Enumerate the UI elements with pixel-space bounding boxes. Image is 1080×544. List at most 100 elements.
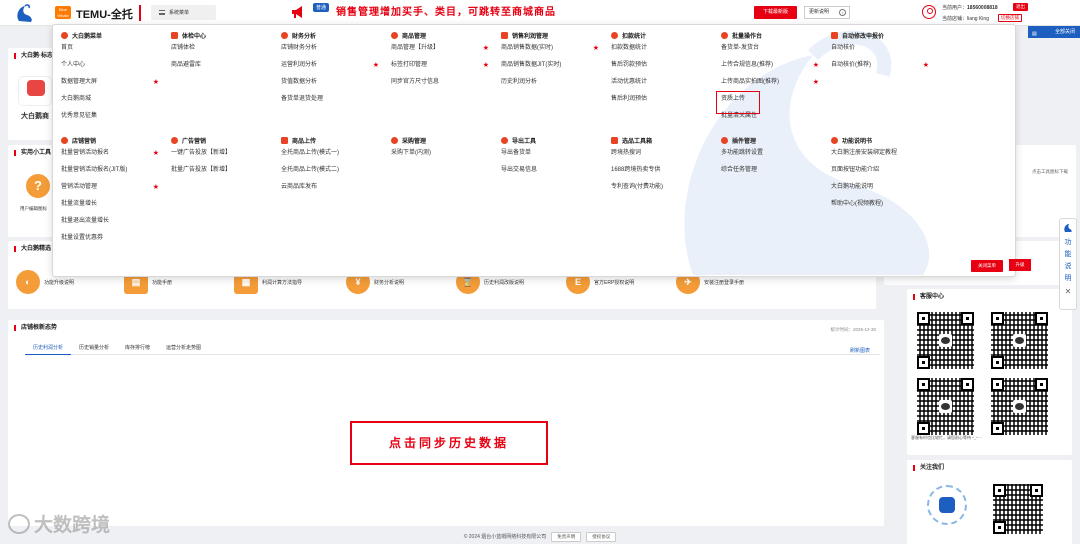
menu-item[interactable]: 大白鹅商城 bbox=[61, 91, 167, 108]
menu-item[interactable]: 店铺体检 bbox=[171, 40, 277, 57]
menu-item[interactable]: 店铺财务分析 bbox=[281, 40, 387, 57]
license-button[interactable]: 授权协议 bbox=[586, 531, 617, 542]
menu-item[interactable]: 采购下单(内测) bbox=[391, 145, 497, 162]
goose-mall-tile[interactable] bbox=[18, 76, 52, 106]
checkup-icon bbox=[171, 32, 178, 39]
menu-item[interactable]: 批量设置优惠券 bbox=[61, 230, 167, 247]
stat-time: 统计时间：2025-12-30 bbox=[830, 327, 876, 332]
menu-item[interactable]: 标签打印管理 ★ bbox=[391, 57, 497, 74]
menu-item[interactable]: 商品管理【升级】 ★ bbox=[391, 40, 497, 57]
megaphone-icon bbox=[292, 6, 302, 18]
menu-item[interactable]: 同步官方尺寸信息 bbox=[391, 74, 497, 91]
menu-item[interactable]: 备货单退货处理 bbox=[281, 91, 387, 108]
menu-item[interactable]: 数据管理大屏 ★ bbox=[61, 74, 167, 91]
menu-item[interactable]: 货值数据分析 bbox=[281, 74, 387, 91]
upgrade-button[interactable]: 升级 bbox=[1009, 259, 1031, 271]
menu-column-title: 插件管理 bbox=[732, 139, 757, 145]
menu-item-label: 自动核价 bbox=[831, 45, 856, 51]
menu-item[interactable]: 帮助中心(视频教程) bbox=[831, 196, 937, 213]
menu-item[interactable]: 批量广告投放【新增】 bbox=[171, 162, 277, 179]
menu-item[interactable]: 批量营销活动报名(JIT版) bbox=[61, 162, 167, 179]
menu-item[interactable]: 批量流量增长 bbox=[61, 196, 167, 213]
menu-item[interactable]: 历史利润分析 bbox=[501, 74, 607, 91]
menu-item[interactable]: 批量退出流量增长 bbox=[61, 213, 167, 230]
menu-item[interactable]: 运营利润分析 ★ bbox=[281, 57, 387, 74]
card-title: 大白鹅·标志 bbox=[14, 53, 53, 59]
menu-item[interactable]: 批量营销活动报名 ★ bbox=[61, 145, 167, 162]
menu-item[interactable]: 大白鹅注册安装绑定教程 bbox=[831, 145, 937, 162]
copyright-text: © 2024 烟台小蓝帽网络科技有限公司 bbox=[463, 534, 547, 540]
featured-tool-label: 安装注册登录手册 bbox=[704, 279, 745, 286]
close-all-tabs-button[interactable]: ▤ 全部关闭 bbox=[1028, 26, 1080, 38]
sync-history-data-button[interactable]: 点击同步历史数据 bbox=[350, 421, 548, 465]
goose-logo-icon bbox=[1064, 224, 1072, 232]
upgrade-icon: ◐ bbox=[16, 270, 40, 294]
menu-column-checkup: 体检中心 店铺体检 商品避雷库 bbox=[171, 31, 277, 74]
menu-item[interactable]: 活动优惠统计 bbox=[611, 74, 717, 91]
notice-text[interactable]: 销售管理增加买手、类目，可跳转至商城商品 bbox=[336, 3, 556, 18]
menu-item[interactable]: 1688跨境热卖专供 bbox=[611, 162, 717, 179]
watermark-text: 大数跨境 bbox=[34, 515, 111, 536]
refresh-chart-link[interactable]: 刷新图表 bbox=[850, 347, 870, 354]
menu-item[interactable]: 全托商品上传(模式二) bbox=[281, 162, 387, 179]
analysis-tabs: 历史利润分析 历史销量分析 库存排行榜 运营分析走势图 bbox=[25, 341, 880, 355]
menu-item[interactable]: 云商品库发布 bbox=[281, 179, 387, 196]
menu-column-title: 商品管理 bbox=[402, 34, 427, 40]
menu-item[interactable]: 上传商品实拍图(推荐) ★ bbox=[721, 74, 827, 91]
tab-operation-trend[interactable]: 运营分析走势图 bbox=[158, 341, 209, 355]
menu-column-title: 体检中心 bbox=[182, 34, 207, 40]
user-avatar-icon[interactable] bbox=[922, 5, 936, 19]
menu-column-header: 批量操作台 bbox=[721, 31, 827, 40]
switch-store-button[interactable]: 切换店铺 bbox=[998, 14, 1022, 22]
star-icon: ★ bbox=[482, 62, 489, 69]
question-icon[interactable]: ? bbox=[26, 174, 50, 198]
logout-button[interactable]: 退出 bbox=[1013, 3, 1028, 11]
tab-history-sales[interactable]: 历史销量分析 bbox=[71, 341, 117, 355]
menu-icon bbox=[159, 10, 165, 15]
menu-column-title: 商品上传 bbox=[292, 139, 317, 145]
menu-item[interactable]: 备货单-发货台 bbox=[721, 40, 827, 57]
analysis-title: 店铺根新态势 bbox=[14, 325, 57, 331]
menu-item[interactable]: 首页 bbox=[61, 40, 167, 57]
disclaimer-button[interactable]: 免责声明 bbox=[551, 531, 582, 542]
menu-item[interactable]: 导出备货单 bbox=[501, 145, 607, 162]
goose-logo-icon[interactable] bbox=[13, 3, 35, 23]
menu-item[interactable]: 扣款数据统计 bbox=[611, 40, 717, 57]
menu-item[interactable]: 全托商品上传(模式一) bbox=[281, 145, 387, 162]
tab-history-profit[interactable]: 历史利润分析 bbox=[25, 341, 72, 355]
menu-item[interactable]: 大白鹅功能说明 bbox=[831, 179, 937, 196]
menu-item[interactable]: 售后利润预估 bbox=[611, 91, 717, 108]
menu-item[interactable]: 导出交易信息 bbox=[501, 162, 607, 179]
menu-item[interactable]: 营销活动管理 ★ bbox=[61, 179, 167, 196]
menu-item[interactable]: 上传合规信息(推荐) ★ bbox=[721, 57, 827, 74]
menu-item[interactable]: 多功能跳转设置 bbox=[721, 145, 827, 162]
menu-item[interactable]: 自动核价 bbox=[831, 40, 937, 57]
menu-item[interactable]: 个人中心 bbox=[61, 57, 167, 74]
menu-item[interactable]: 自动核价(推荐) ★ bbox=[831, 57, 937, 74]
download-latest-button[interactable]: 下载最新版 bbox=[754, 6, 797, 19]
menu-item[interactable]: 跨境热搜词 bbox=[611, 145, 717, 162]
menu-item[interactable]: 商品销售数据(实时) ★ bbox=[501, 40, 607, 57]
feature-help-float[interactable]: 功能说明 ✕ bbox=[1059, 218, 1077, 310]
menu-item[interactable]: 一键广告投放【新增】 bbox=[171, 145, 277, 162]
watermark-logo-icon bbox=[8, 513, 30, 534]
store-label: 当前店铺： bbox=[942, 16, 968, 22]
menu-item[interactable]: 商品避雷库 bbox=[171, 57, 277, 74]
system-menu-button[interactable]: 系统菜单 bbox=[151, 5, 216, 20]
menu-column-header: 功能说明书 bbox=[831, 136, 937, 145]
menu-item[interactable]: 综合任务管理 bbox=[721, 162, 827, 179]
menu-item[interactable]: 页面按钮功能介绍 bbox=[831, 162, 937, 179]
menu-item[interactable]: 商品销售数据JIT(实时) bbox=[501, 57, 607, 74]
menu-item[interactable]: 售后罚款预估 bbox=[611, 57, 717, 74]
store-line: 当前店铺：liang King bbox=[942, 15, 989, 22]
menu-item-label: 云商品库发布 bbox=[281, 184, 318, 190]
menu-item[interactable]: 专利查询(付费功能) bbox=[611, 179, 717, 196]
menu-item[interactable]: 优秀意见征集 bbox=[61, 108, 167, 125]
menu-item-label: 同步官方尺寸信息 bbox=[391, 79, 440, 85]
tab-inventory-ranking[interactable]: 库存排行榜 bbox=[117, 341, 158, 355]
close-icon[interactable]: ✕ bbox=[1065, 287, 1072, 296]
update-notes-button[interactable]: 更新说明 i bbox=[804, 6, 850, 19]
close-menu-button[interactable]: 关闭菜单 bbox=[971, 260, 1003, 272]
menu-item-label: 货值数据分析 bbox=[281, 79, 318, 85]
featured-tool-label: 官方ERP授权说明 bbox=[594, 279, 635, 286]
